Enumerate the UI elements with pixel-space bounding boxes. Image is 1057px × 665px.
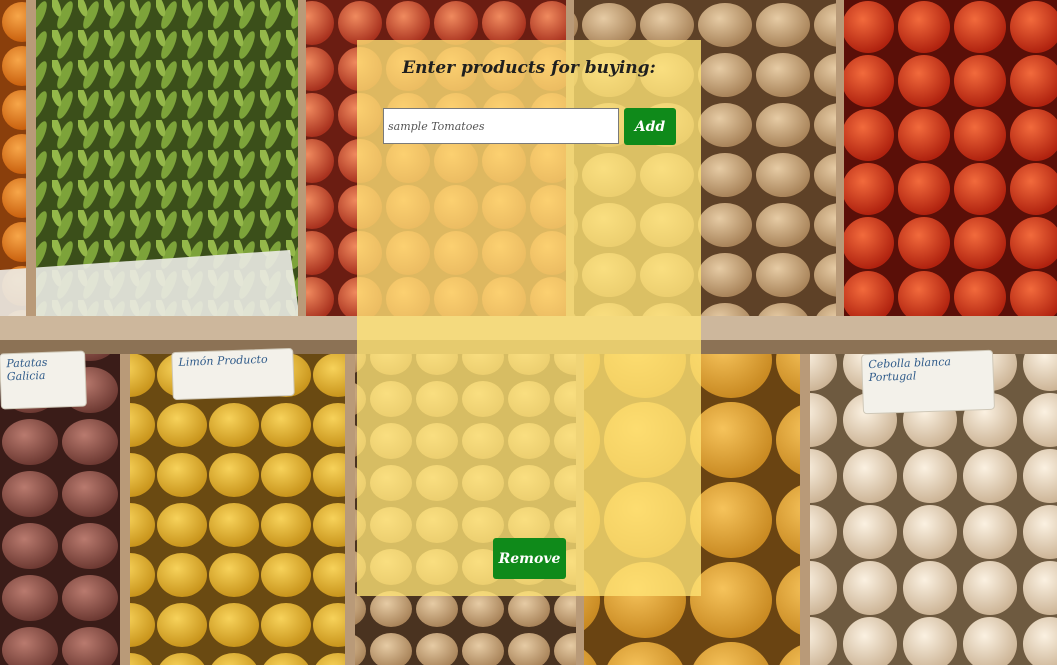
price-tag-potatoes: Patatas Galicia [0, 350, 87, 410]
lemons-crate [125, 354, 350, 665]
form-title: Enter products for buying: [402, 58, 656, 78]
shopping-form-panel: Enter products for buying: Add Remove [357, 40, 701, 596]
price-tag-lemons: Limón Producto [171, 347, 295, 401]
tomatoes-crate [840, 0, 1057, 320]
remove-button[interactable]: Remove [493, 538, 566, 579]
price-tag-text: Limón Producto [178, 352, 268, 369]
price-tag-text: Patatas Galicia [6, 355, 48, 384]
price-tag-text: Cebolla blanca Portugal [868, 355, 952, 385]
add-button[interactable]: Add [624, 108, 676, 145]
product-input[interactable] [383, 108, 619, 144]
price-tag-onions: Cebolla blanca Portugal [860, 349, 996, 415]
